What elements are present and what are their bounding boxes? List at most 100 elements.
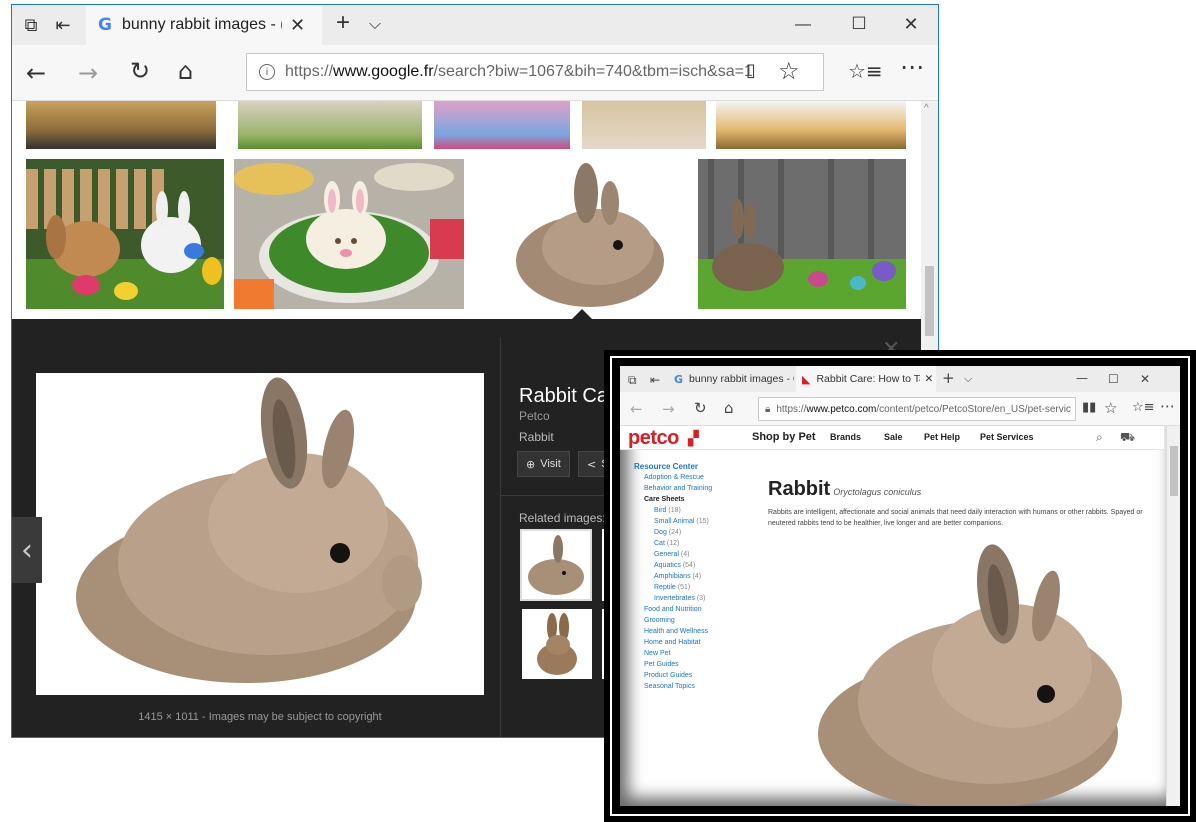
nav-sale[interactable]: Sale bbox=[884, 432, 903, 442]
sidebar-label: Adoption & Rescue bbox=[644, 474, 704, 481]
result-thumbnail-wild-rabbit[interactable] bbox=[698, 159, 906, 309]
nav-pet-help[interactable]: Pet Help bbox=[924, 432, 960, 442]
sidebar-label: Amphibians bbox=[654, 573, 691, 580]
address-bar[interactable]: 🔒︎ https://www.petco.com/content/petco/P… bbox=[758, 397, 1076, 421]
sidebar-product-guides[interactable]: Product Guides bbox=[644, 672, 692, 679]
sidebar-new-pet[interactable]: New Pet bbox=[644, 650, 670, 657]
google-icon: G bbox=[674, 372, 684, 386]
more-menu-icon[interactable]: ⋯ bbox=[1160, 398, 1175, 414]
visit-button[interactable]: ⊕ Visit bbox=[517, 451, 570, 477]
sidebar-cat[interactable]: Cat (12) bbox=[654, 540, 679, 547]
sidebar-health-wellness[interactable]: Health and Wellness bbox=[644, 628, 708, 635]
sidebar-care-sheets[interactable]: Care Sheets bbox=[644, 496, 684, 503]
image-title[interactable]: Rabbit Ca bbox=[519, 385, 608, 408]
back-arrow-icon[interactable]: ← bbox=[630, 401, 643, 417]
scrollbar-thumb[interactable] bbox=[1170, 446, 1178, 496]
more-menu-icon[interactable]: ⋯ bbox=[900, 55, 924, 79]
share-icon: < bbox=[587, 457, 597, 471]
sidebar-count: (4) bbox=[680, 551, 690, 558]
petco-logo[interactable]: petco bbox=[628, 427, 679, 450]
tab-google-images[interactable]: G bunny rabbit images - Goo bbox=[668, 366, 794, 392]
forward-arrow-icon[interactable]: → bbox=[662, 401, 675, 417]
tab-google-images[interactable]: G bunny rabbit images - ( ✕ bbox=[86, 5, 322, 45]
url-host: www.petco.com bbox=[806, 403, 877, 415]
sidebar-aquatics[interactable]: Aquatics (54) bbox=[654, 562, 695, 569]
globe-icon: ⊕ bbox=[526, 457, 536, 471]
maximize-button[interactable]: ☐ bbox=[848, 14, 870, 34]
sidebar-resource-center[interactable]: Resource Center bbox=[634, 462, 698, 471]
close-tab-icon[interactable]: ✕ bbox=[924, 373, 933, 385]
sidebar-dog[interactable]: Dog (24) bbox=[654, 529, 681, 536]
address-bar[interactable]: i https://www.google.fr/search?biw=1067&… bbox=[246, 53, 824, 91]
result-thumbnail-rabbits-eggs[interactable] bbox=[26, 159, 224, 309]
minimize-button[interactable]: — bbox=[792, 15, 814, 35]
sidebar-pet-guides[interactable]: Pet Guides bbox=[644, 661, 679, 668]
tab-list-chevron-icon[interactable]: ⌵ bbox=[964, 371, 972, 387]
sidebar-amphibians[interactable]: Amphibians (4) bbox=[654, 573, 701, 580]
sidebar-bird[interactable]: Bird (18) bbox=[654, 507, 681, 514]
nav-shop-by-pet[interactable]: Shop by Pet bbox=[752, 431, 816, 443]
result-thumbnail[interactable] bbox=[716, 101, 906, 149]
result-thumbnail[interactable] bbox=[26, 101, 216, 149]
preview-image[interactable] bbox=[36, 373, 484, 695]
favorites-hub-icon[interactable]: ☆≡ bbox=[1132, 400, 1155, 416]
set-tabs-aside-icon[interactable]: ⇤ bbox=[650, 372, 660, 388]
sidebar-general[interactable]: General (4) bbox=[654, 551, 689, 558]
back-arrow-icon[interactable]: ← bbox=[26, 61, 46, 85]
result-thumbnail[interactable] bbox=[238, 101, 422, 149]
result-thumbnail[interactable] bbox=[434, 101, 570, 149]
maximize-button[interactable]: ☐ bbox=[1108, 371, 1119, 387]
vertical-scrollbar[interactable] bbox=[1166, 426, 1180, 806]
sidebar-food-nutrition[interactable]: Food and Nutrition bbox=[644, 606, 702, 613]
sidebar-count: (54) bbox=[682, 562, 696, 569]
forward-arrow-icon[interactable]: → bbox=[78, 61, 98, 85]
previous-image-button[interactable]: ‹ bbox=[12, 517, 42, 583]
nav-pet-services[interactable]: Pet Services bbox=[980, 432, 1034, 442]
search-icon[interactable]: ⌕ bbox=[1096, 430, 1103, 445]
scroll-up-icon[interactable]: ^ bbox=[924, 103, 929, 114]
result-thumbnail-bunny-cake[interactable] bbox=[234, 159, 464, 309]
related-thumbnail[interactable] bbox=[520, 529, 592, 601]
new-tab-button[interactable]: + bbox=[942, 370, 955, 386]
sidebar-seasonal-topics[interactable]: Seasonal Topics bbox=[644, 683, 695, 690]
sidebar-adoption-rescue[interactable]: Adoption & Rescue bbox=[644, 474, 704, 481]
sidebar-label: Resource Center bbox=[634, 462, 699, 471]
tab-preview-icon[interactable]: ⧉ bbox=[628, 372, 637, 388]
home-icon[interactable]: ⌂ bbox=[178, 59, 193, 83]
tab-preview-icon[interactable]: ⧉ bbox=[20, 15, 42, 35]
sidebar-home-habitat[interactable]: Home and Habitat bbox=[644, 639, 700, 646]
sidebar-count: (24) bbox=[668, 529, 682, 536]
cart-icon[interactable]: ⛟ bbox=[1120, 430, 1135, 446]
set-tabs-aside-icon[interactable]: ⇤ bbox=[52, 15, 74, 35]
scrollbar-thumb[interactable] bbox=[925, 266, 934, 336]
refresh-icon[interactable]: ↻ bbox=[130, 59, 150, 83]
result-thumbnail-fluffy-bunny[interactable] bbox=[478, 159, 702, 309]
sidebar-small-animal[interactable]: Small Animal (15) bbox=[654, 518, 709, 525]
related-thumbnail[interactable] bbox=[522, 609, 592, 679]
nav-brands[interactable]: Brands bbox=[830, 432, 861, 442]
favorites-hub-icon[interactable]: ☆≡ bbox=[848, 59, 883, 83]
favorite-star-icon[interactable]: ☆ bbox=[1104, 400, 1117, 416]
sidebar-behavior-training[interactable]: Behavior and Training bbox=[644, 485, 712, 492]
sidebar-label: Dog bbox=[654, 529, 667, 536]
rabbit-description: Rabbits are intelligent, affectionate an… bbox=[768, 509, 1143, 527]
sidebar-reptile[interactable]: Reptile (51) bbox=[654, 584, 690, 591]
site-info-icon[interactable]: i bbox=[259, 64, 275, 80]
refresh-icon[interactable]: ↻ bbox=[694, 400, 707, 416]
tab-petco-rabbit-care[interactable]: ◣ Rabbit Care: How to Tal ✕ bbox=[796, 366, 936, 392]
sidebar-count: (3) bbox=[696, 595, 706, 602]
reading-view-icon[interactable]: ▮▮ bbox=[1082, 400, 1096, 416]
sidebar-grooming[interactable]: Grooming bbox=[644, 617, 675, 624]
minimize-button[interactable]: — bbox=[1076, 370, 1088, 386]
sidebar-invertebrates[interactable]: Invertebrates (3) bbox=[654, 595, 705, 602]
reading-view-icon[interactable]: ▯ bbox=[746, 59, 756, 83]
image-source[interactable]: Petco bbox=[519, 409, 550, 423]
close-window-button[interactable]: ✕ bbox=[900, 14, 922, 34]
close-tab-icon[interactable]: ✕ bbox=[290, 15, 305, 36]
tab-list-chevron-icon[interactable]: ⌵ bbox=[364, 15, 386, 35]
home-icon[interactable]: ⌂ bbox=[724, 400, 734, 416]
favorite-star-icon[interactable]: ☆ bbox=[778, 59, 800, 83]
close-window-button[interactable]: ✕ bbox=[1140, 371, 1150, 387]
result-thumbnail[interactable] bbox=[582, 101, 706, 149]
new-tab-button[interactable]: + bbox=[332, 11, 354, 35]
